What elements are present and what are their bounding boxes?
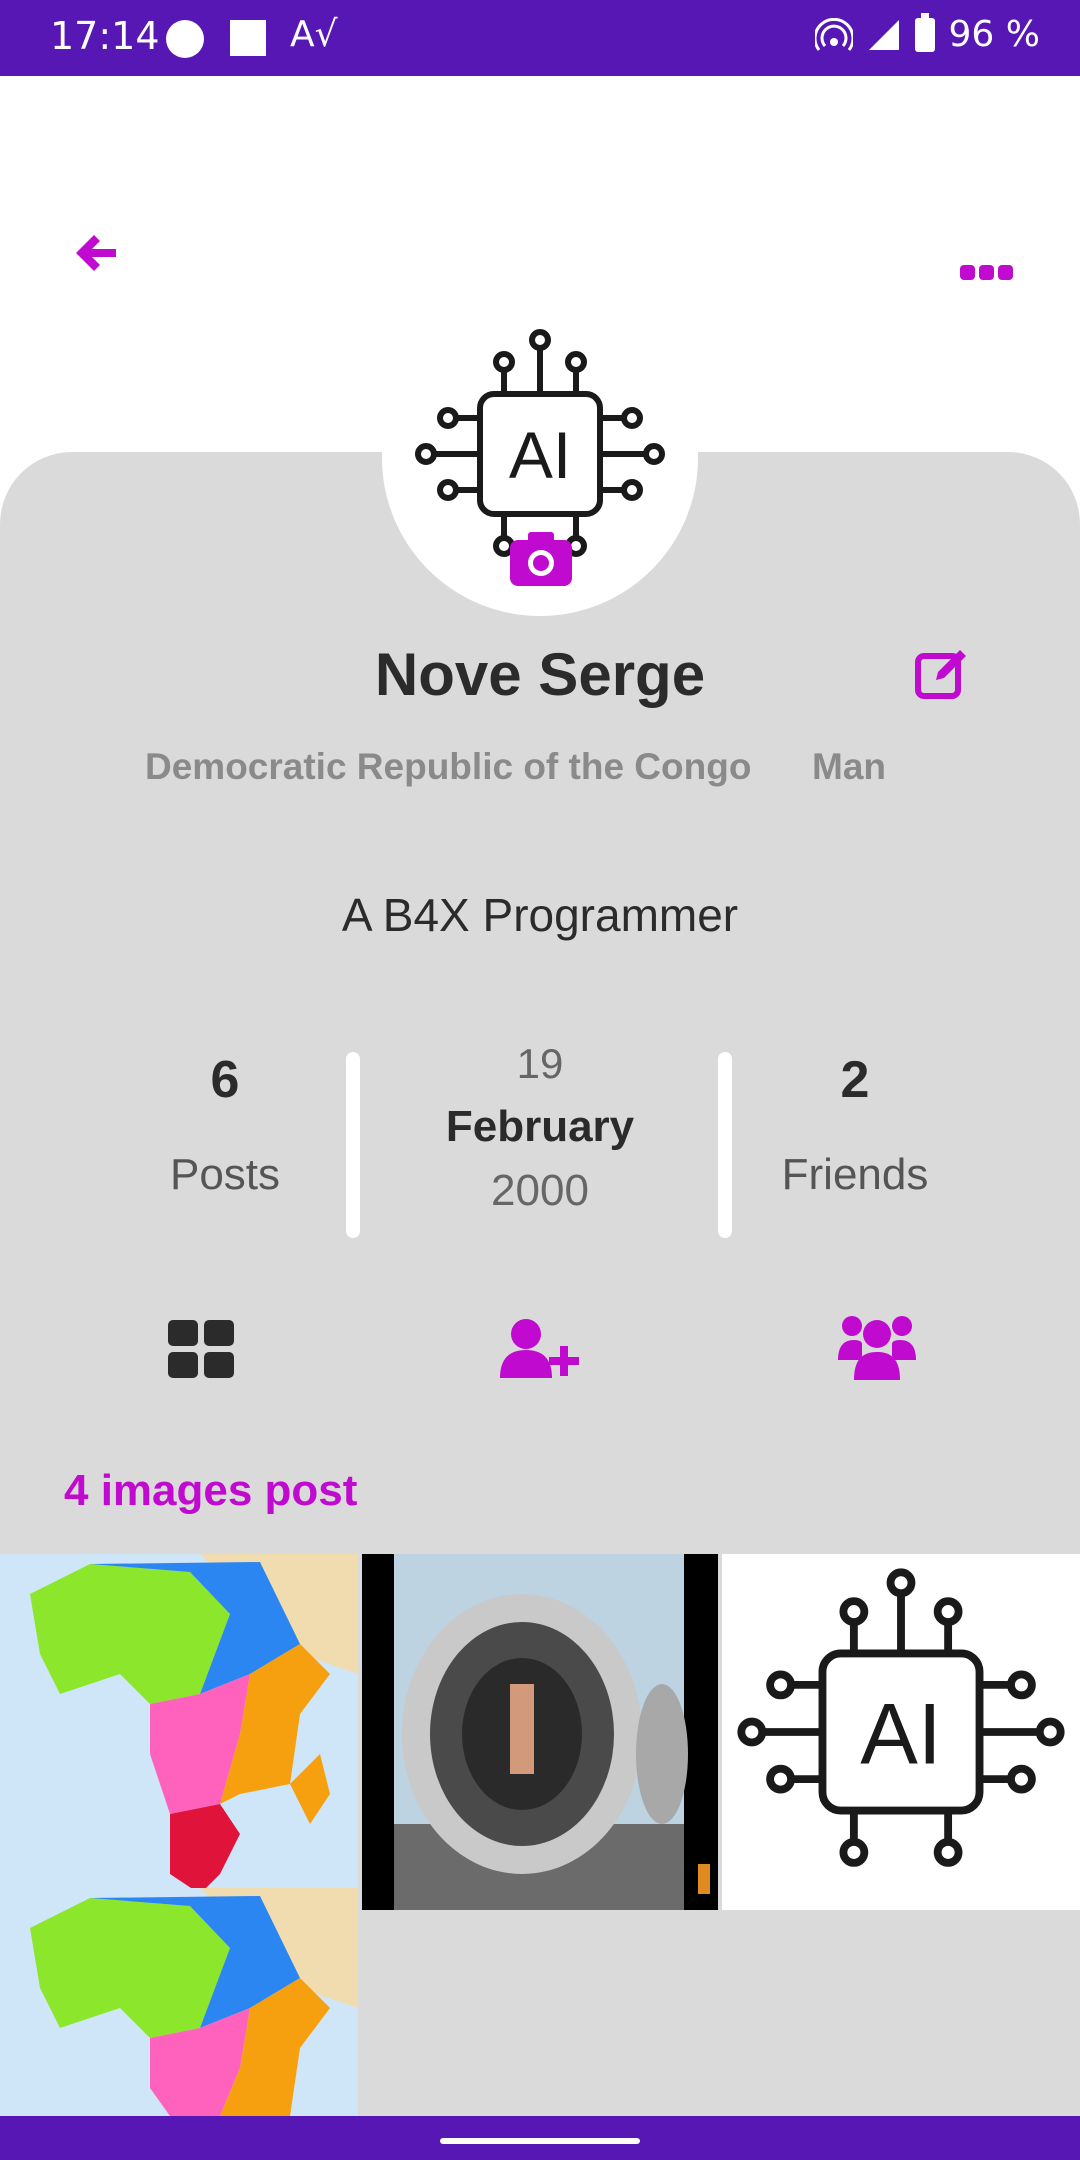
friends-label: Friends — [781, 1150, 929, 1199]
add-friend-icon[interactable] — [498, 1318, 582, 1380]
status-bar: 17:14 A√ 96 % — [0, 0, 1080, 76]
signal-icon — [868, 19, 899, 50]
post-image-jet-engine[interactable] — [362, 1554, 718, 1910]
post-image-africa-map-2[interactable] — [0, 1888, 358, 2116]
battery-icon — [914, 12, 935, 52]
africa-map-image — [0, 1554, 358, 1910]
jet-engine-image — [392, 1554, 710, 1910]
avatar-text: AI — [509, 418, 571, 492]
post-image-ai-logo[interactable]: AI — [722, 1554, 1080, 1910]
camera-icon[interactable] — [508, 530, 574, 588]
birth-year: 2000 — [491, 1166, 589, 1215]
more-dots-icon[interactable] — [958, 258, 1014, 288]
africa-map-image-2 — [0, 1888, 358, 2116]
post-image-africa-map-1[interactable] — [0, 1554, 358, 1910]
profile-bio: A B4X Programmer — [341, 889, 739, 941]
ai-logo-image: AI — [737, 1568, 1065, 1867]
home-indicator[interactable] — [440, 2138, 640, 2144]
birth-month: February — [445, 1102, 635, 1151]
grid-icon[interactable] — [168, 1320, 234, 1378]
notification-circle-icon — [166, 20, 204, 58]
hotspot-icon — [814, 17, 853, 51]
profile-gender: Man — [812, 746, 886, 787]
stats-divider-left — [346, 1052, 360, 1238]
posts-section-title: 4 images post — [64, 1466, 358, 1515]
notification-square-icon — [230, 20, 266, 56]
back-arrow-icon[interactable] — [72, 228, 122, 278]
stats-divider-right — [718, 1052, 732, 1238]
edit-icon[interactable] — [914, 646, 970, 702]
birth-day: 19 — [516, 1040, 564, 1087]
accessibility-icon: A√ — [290, 14, 338, 55]
status-right: 96 % — [814, 12, 1040, 55]
battery-level: 96 % — [948, 14, 1040, 55]
friends-count: 2 — [840, 1051, 870, 1109]
posts-label: Posts — [169, 1150, 281, 1199]
profile-country: Democratic Republic of the Congo — [145, 746, 752, 787]
status-time: 17:14 — [50, 14, 160, 58]
friends-group-icon[interactable] — [838, 1312, 916, 1382]
ai-logo-text: AI — [860, 1686, 942, 1782]
posts-count: 6 — [210, 1051, 240, 1109]
